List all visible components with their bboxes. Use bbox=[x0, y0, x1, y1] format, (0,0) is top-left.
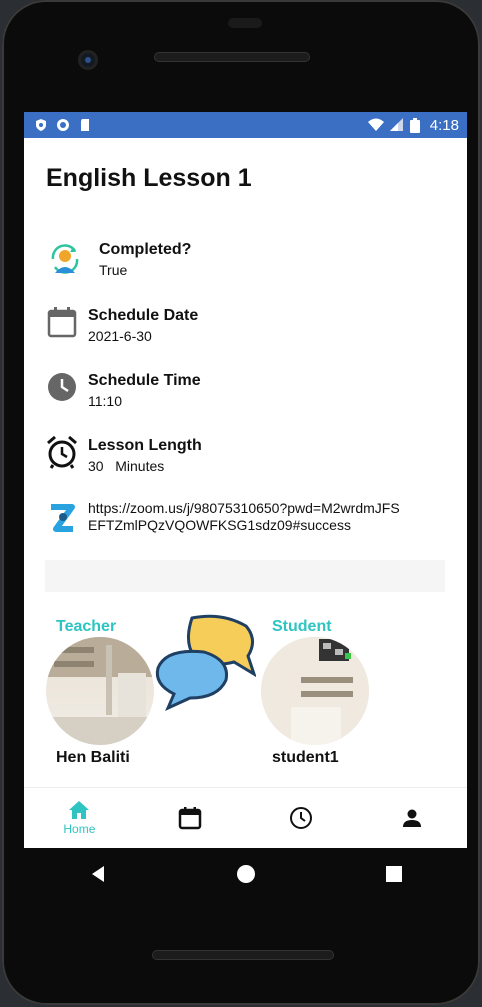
person-icon bbox=[402, 809, 421, 827]
zoom-icon bbox=[51, 504, 75, 532]
earpiece-speaker bbox=[154, 52, 310, 62]
teacher-label: Teacher bbox=[56, 618, 117, 635]
teacher-name: Hen Baliti bbox=[56, 749, 130, 766]
schedule-time-value: 11:10 bbox=[88, 393, 122, 409]
shield-icon bbox=[36, 119, 46, 131]
calendar-icon bbox=[178, 807, 202, 830]
tab-schedule[interactable] bbox=[246, 788, 357, 848]
completed-label: Completed? bbox=[99, 241, 192, 258]
system-navigation-bar bbox=[24, 848, 467, 900]
tab-home-label: Home bbox=[63, 822, 96, 836]
alarm-clock-icon bbox=[47, 435, 77, 469]
schedule-time-row: Schedule Time 11:10 bbox=[46, 371, 201, 411]
status-bar: 4:18 bbox=[24, 112, 467, 138]
battery-icon bbox=[409, 117, 420, 133]
recents-icon[interactable] bbox=[385, 865, 403, 883]
student-avatar bbox=[261, 637, 369, 745]
home-icon bbox=[69, 801, 90, 819]
schedule-time-label: Schedule Time bbox=[88, 372, 201, 389]
home-circle-icon[interactable] bbox=[236, 864, 256, 884]
circle-notification-icon bbox=[57, 119, 69, 131]
signal-icon bbox=[389, 118, 403, 131]
lesson-length-row: Lesson Length 30 Minutes bbox=[46, 435, 202, 476]
wifi-icon bbox=[367, 118, 384, 131]
schedule-date-label: Schedule Date bbox=[88, 307, 199, 324]
clock-icon bbox=[289, 807, 312, 829]
sd-card-icon bbox=[81, 119, 89, 131]
lesson-title: English Lesson 1 bbox=[46, 164, 252, 192]
clock-icon bbox=[48, 373, 76, 401]
calendar-icon bbox=[47, 307, 77, 338]
bottom-tab-bar: Home bbox=[24, 787, 467, 848]
tab-home[interactable]: Home bbox=[24, 788, 135, 848]
lesson-length-value: 30 Minutes bbox=[88, 458, 165, 474]
chat-bubbles-icon bbox=[155, 614, 256, 711]
back-icon[interactable] bbox=[89, 865, 107, 883]
completed-value: True bbox=[99, 262, 128, 278]
bottom-speaker bbox=[152, 950, 334, 960]
tab-profile[interactable] bbox=[356, 788, 467, 848]
app-screen: 4:18 English Lesson 1 Completed? True Sc… bbox=[24, 112, 467, 848]
zoom-link-row: https://zoom.us/j/98075310650?pwd=M2wrdm… bbox=[46, 500, 408, 536]
phone-slot bbox=[228, 18, 262, 28]
front-camera bbox=[78, 50, 98, 70]
zoom-link[interactable]: https://zoom.us/j/98075310650?pwd=M2wrdm… bbox=[88, 500, 408, 534]
schedule-date-row: Schedule Date 2021-6-30 bbox=[46, 306, 198, 346]
user-sync-icon bbox=[51, 244, 79, 274]
status-time: 4:18 bbox=[429, 116, 459, 134]
student-label: Student bbox=[272, 618, 332, 635]
student-name: student1 bbox=[272, 749, 339, 766]
schedule-date-value: 2021-6-30 bbox=[88, 328, 152, 344]
divider-bar bbox=[45, 560, 445, 592]
teacher-avatar bbox=[46, 637, 154, 745]
tab-calendar[interactable] bbox=[135, 788, 246, 848]
lesson-length-label: Lesson Length bbox=[88, 437, 202, 454]
completed-row: Completed? True bbox=[46, 240, 191, 280]
